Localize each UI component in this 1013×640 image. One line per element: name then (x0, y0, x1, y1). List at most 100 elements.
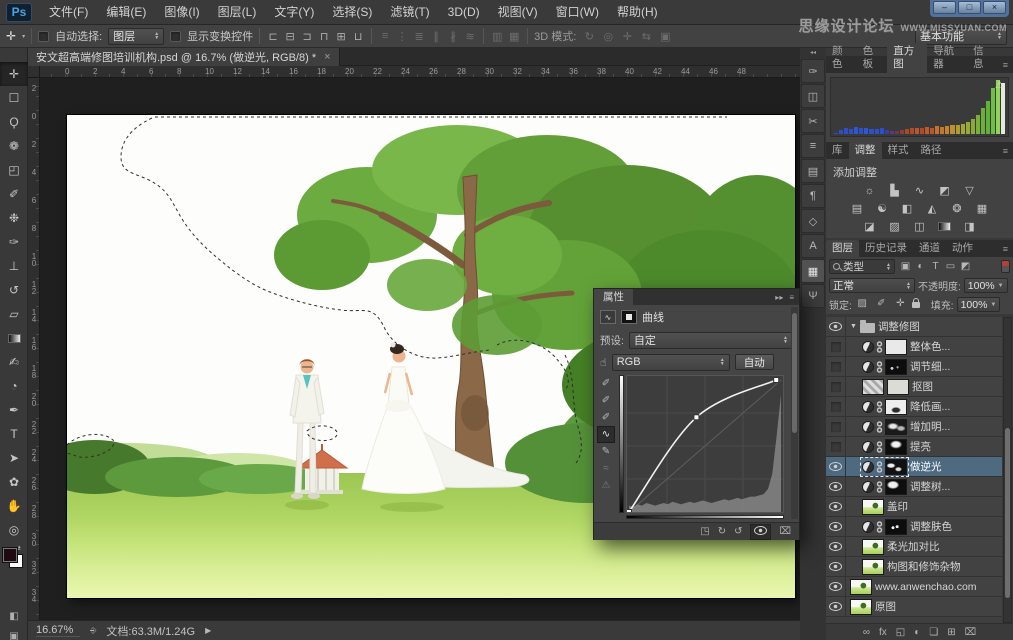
properties-panel-icon[interactable]: ▦ (801, 259, 825, 283)
smooth-curve-icon[interactable]: ≈ (597, 460, 615, 477)
align-v-centers-icon[interactable]: ⊞ (334, 30, 348, 43)
filter-type-icon[interactable]: T (928, 261, 943, 272)
measurement-log-panel-icon[interactable]: Ψ (801, 284, 825, 308)
status-menu-arrow-icon[interactable]: ▶ (205, 626, 211, 635)
new-layer-icon[interactable]: ⊞ (947, 627, 955, 638)
layer-visibility-toggle[interactable] (826, 377, 846, 396)
curve-graph[interactable] (626, 375, 784, 513)
layer-visibility-toggle[interactable] (826, 337, 846, 356)
layer-mask-thumbnail[interactable] (885, 399, 907, 415)
filter-switch[interactable] (1001, 260, 1010, 273)
layer-visibility-toggle[interactable] (826, 417, 846, 436)
brush-panel-icon[interactable]: ✑ (801, 59, 825, 83)
properties-tab[interactable]: 属性 (594, 289, 633, 305)
fill-field[interactable]: 100% ▼ (957, 297, 1001, 312)
layer-visibility-toggle[interactable] (826, 597, 846, 616)
filter-shape-icon[interactable]: ▭ (943, 261, 958, 272)
visibility-icon[interactable] (750, 524, 771, 540)
layer-mask-thumbnail[interactable] (885, 479, 907, 495)
layer-row-11[interactable]: 调整肤色 (826, 517, 1002, 537)
layers-tab-4[interactable]: 动作 (946, 240, 979, 257)
threshold-icon[interactable]: ◫ (910, 219, 929, 234)
invert-icon[interactable]: ◪ (860, 219, 879, 234)
histogram-refresh-warning-icon[interactable]: ⚠ (995, 80, 1004, 91)
distribute-top-icon[interactable]: ≡ (378, 30, 392, 43)
auto-button[interactable]: 自动 (735, 354, 774, 370)
3d-scale-icon[interactable]: ▣ (658, 30, 672, 43)
layers-tab-1[interactable]: 图层 (826, 240, 859, 257)
distribute-h-centers-icon[interactable]: ∦ (446, 30, 460, 43)
distribute-bottom-icon[interactable]: ≣ (412, 30, 426, 43)
crop-tool[interactable]: ◰ (0, 158, 28, 182)
color-lookup-icon[interactable]: ▦ (973, 201, 992, 216)
menu-item-4[interactable]: 图层(L) (209, 0, 266, 24)
layer-row-2[interactable]: 整体色... (826, 337, 1002, 357)
layers-tab-3[interactable]: 通道 (913, 240, 946, 257)
layer-style-icon[interactable]: fx (879, 627, 887, 638)
reset-icon[interactable]: ↺ (734, 526, 742, 537)
photo-filter-icon[interactable]: ◭ (923, 201, 942, 216)
channel-mixer-icon[interactable]: ❂ (948, 201, 967, 216)
brush-tool[interactable]: ✑ (0, 230, 28, 254)
channel-select[interactable]: RGB ▲ ▼ (612, 354, 730, 371)
scrollbar-thumb[interactable] (1005, 428, 1010, 598)
layer-row-3[interactable]: 调节细... (826, 357, 1002, 377)
black-white-icon[interactable]: ◧ (898, 201, 917, 216)
zoom-tool[interactable]: ◎ (0, 518, 28, 542)
layer-thumbnail[interactable] (850, 579, 872, 595)
black-point-eyedropper-icon[interactable]: ✐ (597, 409, 615, 426)
opacity-field[interactable]: 100% ▼ (964, 278, 1008, 293)
layer-row-7[interactable]: 提亮 (826, 437, 1002, 457)
panel-menu-icon[interactable]: ≡ (998, 58, 1013, 73)
minimize-button[interactable]: – (933, 1, 956, 14)
layer-visibility-toggle[interactable] (826, 397, 846, 416)
layer-row-14[interactable]: www.anwenchao.com (826, 577, 1002, 597)
layer-thumbnail[interactable] (862, 559, 884, 575)
close-button[interactable]: × (983, 1, 1006, 14)
layer-row-15[interactable]: 原图 (826, 597, 1002, 617)
adjustment-icon[interactable] (862, 361, 874, 373)
adjustment-icon[interactable] (862, 461, 874, 473)
curves-icon[interactable]: ∿ (910, 183, 929, 198)
posterize-icon[interactable]: ▨ (885, 219, 904, 234)
eraser-tool[interactable]: ▱ (0, 302, 28, 326)
menu-item-10[interactable]: 窗口(W) (547, 0, 608, 24)
layer-thumbnail[interactable] (862, 539, 884, 555)
3d-rotate-icon[interactable]: ↻ (582, 30, 596, 43)
layers-scrollbar[interactable] (1003, 317, 1012, 623)
show-transform-checkbox[interactable] (170, 31, 181, 42)
hand-tool[interactable]: ✋ (0, 494, 28, 518)
new-group-icon[interactable]: ❏ (929, 627, 938, 638)
info-tab-1[interactable]: 颜色 (826, 43, 857, 73)
adjustment-icon[interactable] (862, 481, 874, 493)
quick-selection-tool[interactable]: ❁ (0, 134, 28, 158)
document-tab[interactable]: 安文超高端修图培训机构.psd @ 16.7% (做逆光, RGB/8) * × (28, 48, 340, 66)
layer-row-1[interactable]: ▼调整修图 (826, 317, 1002, 337)
histogram-warning-icon[interactable]: ⚠ (597, 477, 615, 494)
export-icon[interactable]: ⎆ (90, 626, 96, 636)
previous-state-icon[interactable]: ↻ (718, 526, 726, 537)
layer-visibility-toggle[interactable] (826, 457, 846, 476)
3d-slide-icon[interactable]: ⇆ (639, 30, 653, 43)
maximize-button[interactable]: □ (958, 1, 981, 14)
lock-transparency-icon[interactable]: ▨ (855, 298, 870, 311)
3d-panel-icon[interactable]: ◇ (801, 209, 825, 233)
smudge-tool[interactable]: ✍ (0, 350, 28, 374)
align-right-edges-icon[interactable]: ⊐ (300, 30, 314, 43)
hue-saturation-icon[interactable]: ▤ (848, 201, 867, 216)
collapse-panel-icon[interactable]: ▸▸ (775, 293, 783, 302)
layer-visibility-toggle[interactable] (826, 577, 846, 596)
add-mask-icon[interactable]: ◱ (896, 627, 905, 638)
filter-pixel-icon[interactable]: ▣ (898, 261, 913, 272)
expand-panels-icon[interactable]: ◂◂ (800, 48, 826, 58)
layer-visibility-toggle[interactable] (826, 557, 846, 576)
tool-preset-arrow-icon[interactable]: ▾ (22, 33, 25, 40)
add-adjustment-icon[interactable]: ◐ (914, 627, 920, 638)
preset-select[interactable]: 自定 ▲ ▼ (629, 332, 793, 349)
adjust-tab-1[interactable]: 库 (826, 142, 849, 159)
layer-filter-select[interactable]: 类型 ▲ ▼ (829, 259, 895, 274)
layer-thumbnail[interactable] (850, 599, 872, 615)
marquee-tool[interactable]: ☐ (0, 86, 28, 110)
lock-position-icon[interactable]: ✛ (893, 298, 908, 311)
adjustment-icon[interactable] (862, 521, 874, 533)
